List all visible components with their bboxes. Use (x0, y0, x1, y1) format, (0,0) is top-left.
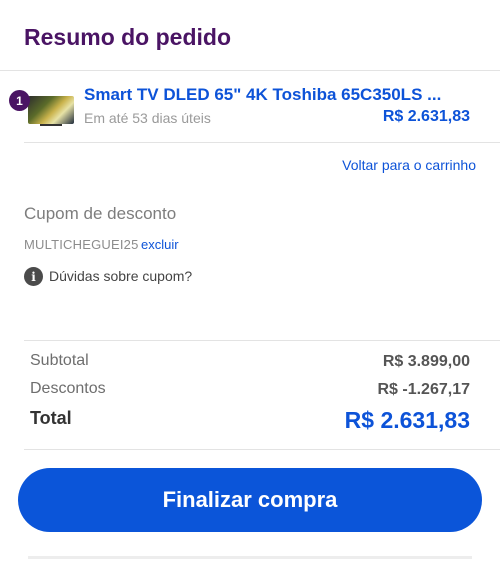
delivery-estimate: Em até 53 dias úteis (84, 110, 211, 126)
coupon-code: MULTICHEGUEI25 (24, 237, 139, 252)
product-thumbnail[interactable] (28, 96, 74, 124)
header-divider (0, 70, 500, 71)
summary-divider (24, 340, 500, 341)
total-label: Total (30, 408, 72, 428)
coupon-help-link[interactable]: Dúvidas sobre cupom? (49, 268, 192, 284)
item-divider (24, 142, 500, 143)
product-name-link[interactable]: Smart TV DLED 65" 4K Toshiba 65C350LS ..… (84, 85, 444, 105)
discount-label: Descontos (30, 380, 106, 397)
info-icon[interactable]: i (24, 267, 43, 286)
coupon-title: Cupom de desconto (24, 204, 177, 223)
product-thumbnail-stand (40, 124, 62, 126)
footer-divider (24, 449, 500, 450)
quantity-badge: 1 (9, 90, 30, 111)
bottom-edge (28, 556, 472, 559)
page-title: Resumo do pedido (24, 24, 231, 50)
checkout-button[interactable]: Finalizar compra (18, 468, 482, 532)
remove-coupon-link[interactable]: excluir (141, 237, 179, 252)
discount-value: R$ -1.267,17 (377, 381, 470, 398)
back-to-cart-link[interactable]: Voltar para o carrinho (342, 157, 476, 173)
total-value: R$ 2.631,83 (344, 407, 470, 433)
product-price: R$ 2.631,83 (382, 108, 470, 125)
subtotal-value: R$ 3.899,00 (382, 353, 470, 370)
subtotal-label: Subtotal (30, 352, 89, 369)
